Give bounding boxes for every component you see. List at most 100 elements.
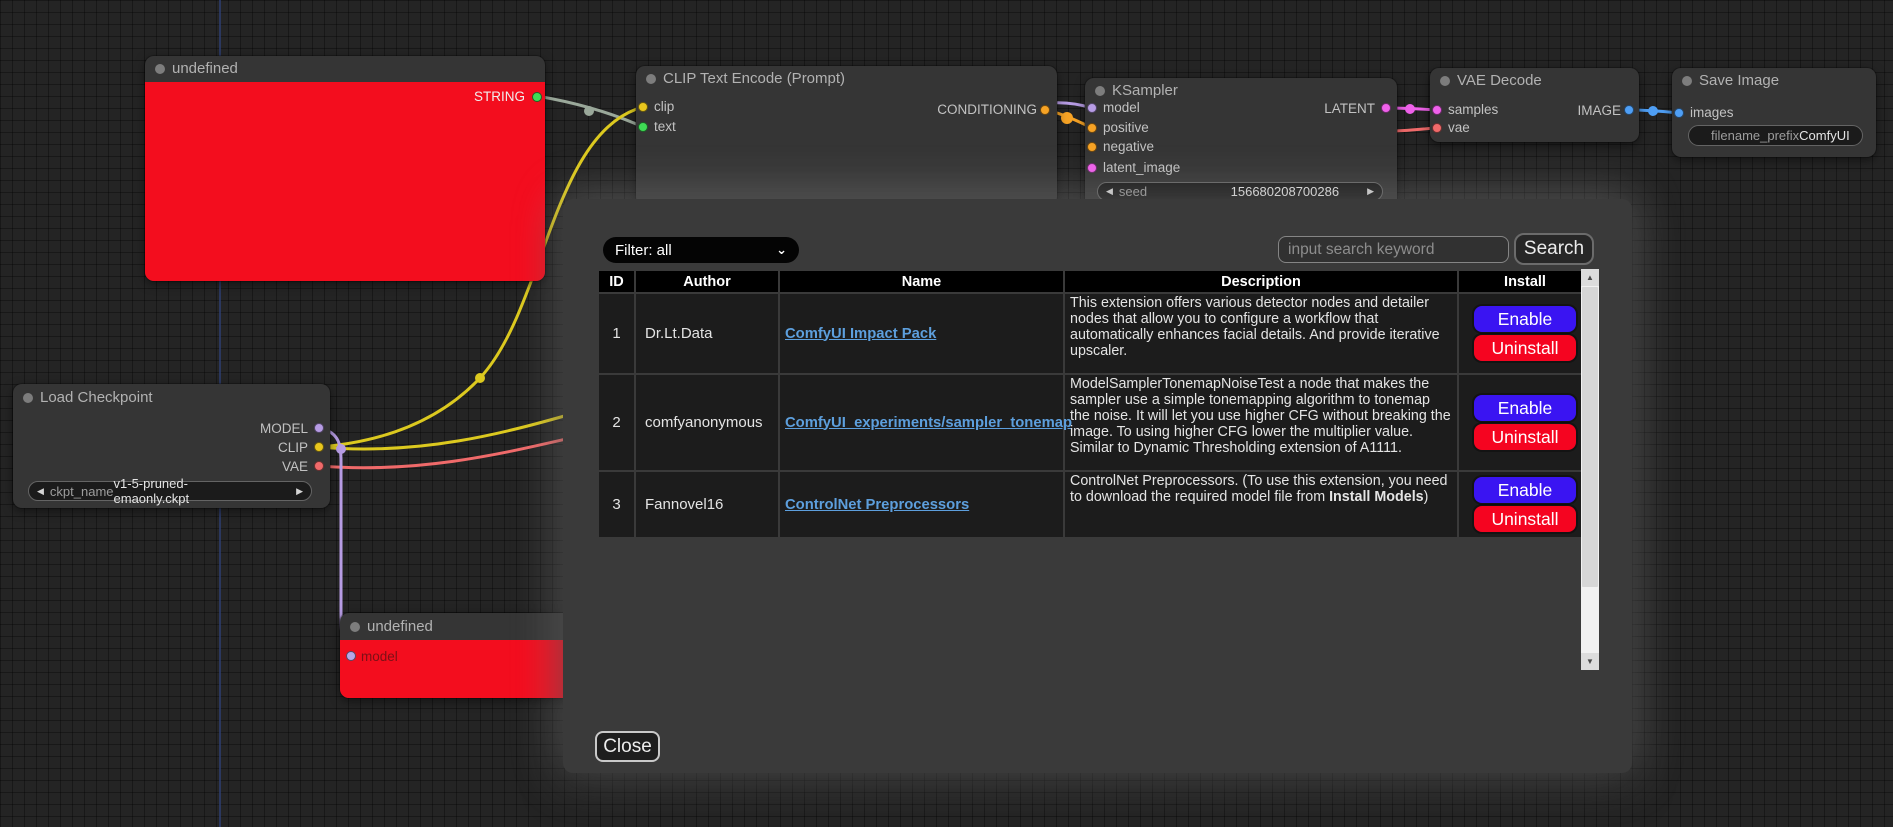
enable-button[interactable]: Enable: [1474, 306, 1576, 332]
output-dot-vae[interactable]: [314, 461, 324, 471]
output-dot-string[interactable]: [532, 92, 542, 102]
extension-description-cell: ControlNet Preprocessors. (To use this e…: [1065, 472, 1457, 537]
scroll-up-icon[interactable]: ▲: [1581, 269, 1599, 286]
extension-link[interactable]: ComfyUI_experiments/sampler_tonemap: [785, 415, 1072, 431]
output-dot-clip[interactable]: [314, 442, 324, 452]
extension-id-cell: 1: [599, 294, 634, 373]
extension-link[interactable]: ComfyUI Impact Pack: [785, 326, 936, 342]
input-dot-images[interactable]: [1674, 108, 1684, 118]
input-dot-clip[interactable]: [638, 102, 648, 112]
extension-name-cell: ComfyUI Impact Pack: [780, 294, 1063, 373]
node-save-image[interactable]: Save Image images filename_prefix ComfyU…: [1672, 68, 1876, 157]
extension-install-cell: Enable Uninstall: [1459, 294, 1591, 373]
extension-name-cell: ControlNet Preprocessors: [780, 472, 1063, 537]
node-dot-icon: [350, 622, 360, 632]
input-slot-images: images: [1690, 107, 1734, 119]
input-slot-latent-image: latent_image: [1103, 162, 1180, 174]
node-title: KSampler: [1112, 82, 1178, 99]
extension-table-body: 1Dr.Lt.DataComfyUI Impact PackThis exten…: [599, 294, 1591, 537]
input-dot-text[interactable]: [638, 122, 648, 132]
node-title: undefined: [367, 618, 433, 635]
output-dot-latent[interactable]: [1381, 103, 1391, 113]
scrollbar-thumb[interactable]: [1582, 287, 1598, 587]
output-slot-conditioning: CONDITIONING: [937, 104, 1037, 116]
input-dot-latent-image[interactable]: [1087, 163, 1097, 173]
arrow-right-icon[interactable]: ▶: [296, 486, 303, 497]
input-dot-vae[interactable]: [1432, 123, 1442, 133]
extension-author-cell: comfyanonymous: [636, 375, 778, 470]
extension-author-cell: Fannovel16: [636, 472, 778, 537]
extension-name-cell: ComfyUI_experiments/sampler_tonemap: [780, 375, 1063, 470]
input-dot-samples[interactable]: [1432, 105, 1442, 115]
input-slot-vae: vae: [1448, 122, 1470, 134]
node-dot-icon: [1440, 76, 1450, 86]
node-title: undefined: [172, 60, 238, 77]
description-text: ModelSamplerTonemapNoiseTest a node that…: [1070, 376, 1451, 456]
arrow-left-icon[interactable]: ◀: [1106, 186, 1113, 197]
output-slot-clip: CLIP: [278, 442, 308, 454]
table-row: 1Dr.Lt.DataComfyUI Impact PackThis exten…: [599, 294, 1591, 373]
node-clip-text-encode[interactable]: CLIP Text Encode (Prompt) clip text COND…: [636, 66, 1057, 206]
input-dot-model[interactable]: [1087, 103, 1097, 113]
output-slot-model: MODEL: [260, 423, 308, 435]
extension-link[interactable]: ControlNet Preprocessors: [785, 497, 969, 513]
node-dot-icon: [1682, 76, 1692, 86]
scroll-down-icon[interactable]: ▼: [1581, 653, 1599, 670]
node-vae-decode[interactable]: VAE Decode samples vae IMAGE: [1430, 68, 1639, 142]
node-ksampler[interactable]: KSampler model positive negative latent_…: [1085, 78, 1397, 208]
node-title-bar[interactable]: Load Checkpoint: [13, 384, 330, 412]
uninstall-button[interactable]: Uninstall: [1474, 424, 1576, 450]
arrow-right-icon[interactable]: ▶: [1367, 186, 1374, 197]
table-header-cell: Author: [636, 271, 778, 292]
node-title-bar[interactable]: Save Image: [1672, 68, 1876, 94]
output-dot-conditioning[interactable]: [1040, 105, 1050, 115]
extension-description-cell: ModelSamplerTonemapNoiseTest a node that…: [1065, 375, 1457, 470]
output-slot-image: IMAGE: [1577, 105, 1621, 117]
table-scrollbar[interactable]: ▲ ▼: [1581, 269, 1599, 670]
output-dot-image[interactable]: [1624, 105, 1634, 115]
extension-id-cell: 2: [599, 375, 634, 470]
search-button[interactable]: Search: [1514, 233, 1594, 265]
extension-install-cell: Enable Uninstall: [1459, 472, 1591, 537]
widget-value: ComfyUI: [1799, 128, 1850, 143]
description-text: ): [1424, 489, 1429, 505]
node-title-bar[interactable]: undefined: [145, 56, 545, 82]
table-header-cell: Description: [1065, 271, 1457, 292]
uninstall-button[interactable]: Uninstall: [1474, 506, 1576, 532]
enable-button[interactable]: Enable: [1474, 477, 1576, 503]
input-slot-text: text: [654, 121, 676, 133]
extension-id-cell: 3: [599, 472, 634, 537]
table-row: 3Fannovel16 ControlNet Preprocessors Contr…: [599, 472, 1591, 537]
node-load-checkpoint[interactable]: Load Checkpoint MODEL CLIP VAE ◀ ckpt_na…: [13, 384, 330, 508]
filter-dropdown[interactable]: Filter: all ⌄: [603, 237, 799, 263]
filter-dropdown-value: Filter: all: [615, 242, 672, 259]
table-row: 2comfyanonymousComfyUI_experiments/sampl…: [599, 375, 1591, 470]
table-header-cell: Install: [1459, 271, 1591, 292]
node-title-bar[interactable]: CLIP Text Encode (Prompt): [636, 66, 1057, 92]
enable-button[interactable]: Enable: [1474, 395, 1576, 421]
input-slot-clip: clip: [654, 101, 674, 113]
output-slot-string: STRING: [474, 91, 525, 103]
widget-value: v1-5-pruned-emaonly.ckpt: [114, 476, 263, 506]
output-slot-vae: VAE: [282, 461, 308, 473]
output-dot-model[interactable]: [314, 423, 324, 433]
node-title-bar[interactable]: VAE Decode: [1430, 68, 1639, 94]
filename-prefix-widget[interactable]: filename_prefix ComfyUI: [1688, 125, 1863, 146]
input-slot-samples: samples: [1448, 104, 1498, 116]
input-slot-negative: negative: [1103, 141, 1154, 153]
node-dot-icon: [1095, 86, 1105, 96]
input-dot-model[interactable]: [346, 651, 356, 661]
node-title: Load Checkpoint: [40, 389, 153, 406]
arrow-left-icon[interactable]: ◀: [37, 486, 44, 497]
input-dot-positive[interactable]: [1087, 123, 1097, 133]
input-dot-negative[interactable]: [1087, 142, 1097, 152]
search-input[interactable]: [1278, 236, 1509, 263]
ckpt-name-widget[interactable]: ◀ ckpt_name v1-5-pruned-emaonly.ckpt ▶: [28, 481, 312, 501]
close-button[interactable]: Close: [595, 731, 660, 762]
uninstall-button[interactable]: Uninstall: [1474, 335, 1576, 361]
input-slot-positive: positive: [1103, 122, 1149, 134]
output-slot-latent: LATENT: [1324, 103, 1375, 115]
node-undefined-top[interactable]: undefined STRING: [145, 56, 545, 281]
widget-value: 156680208700286: [1231, 184, 1339, 199]
node-dot-icon: [646, 74, 656, 84]
